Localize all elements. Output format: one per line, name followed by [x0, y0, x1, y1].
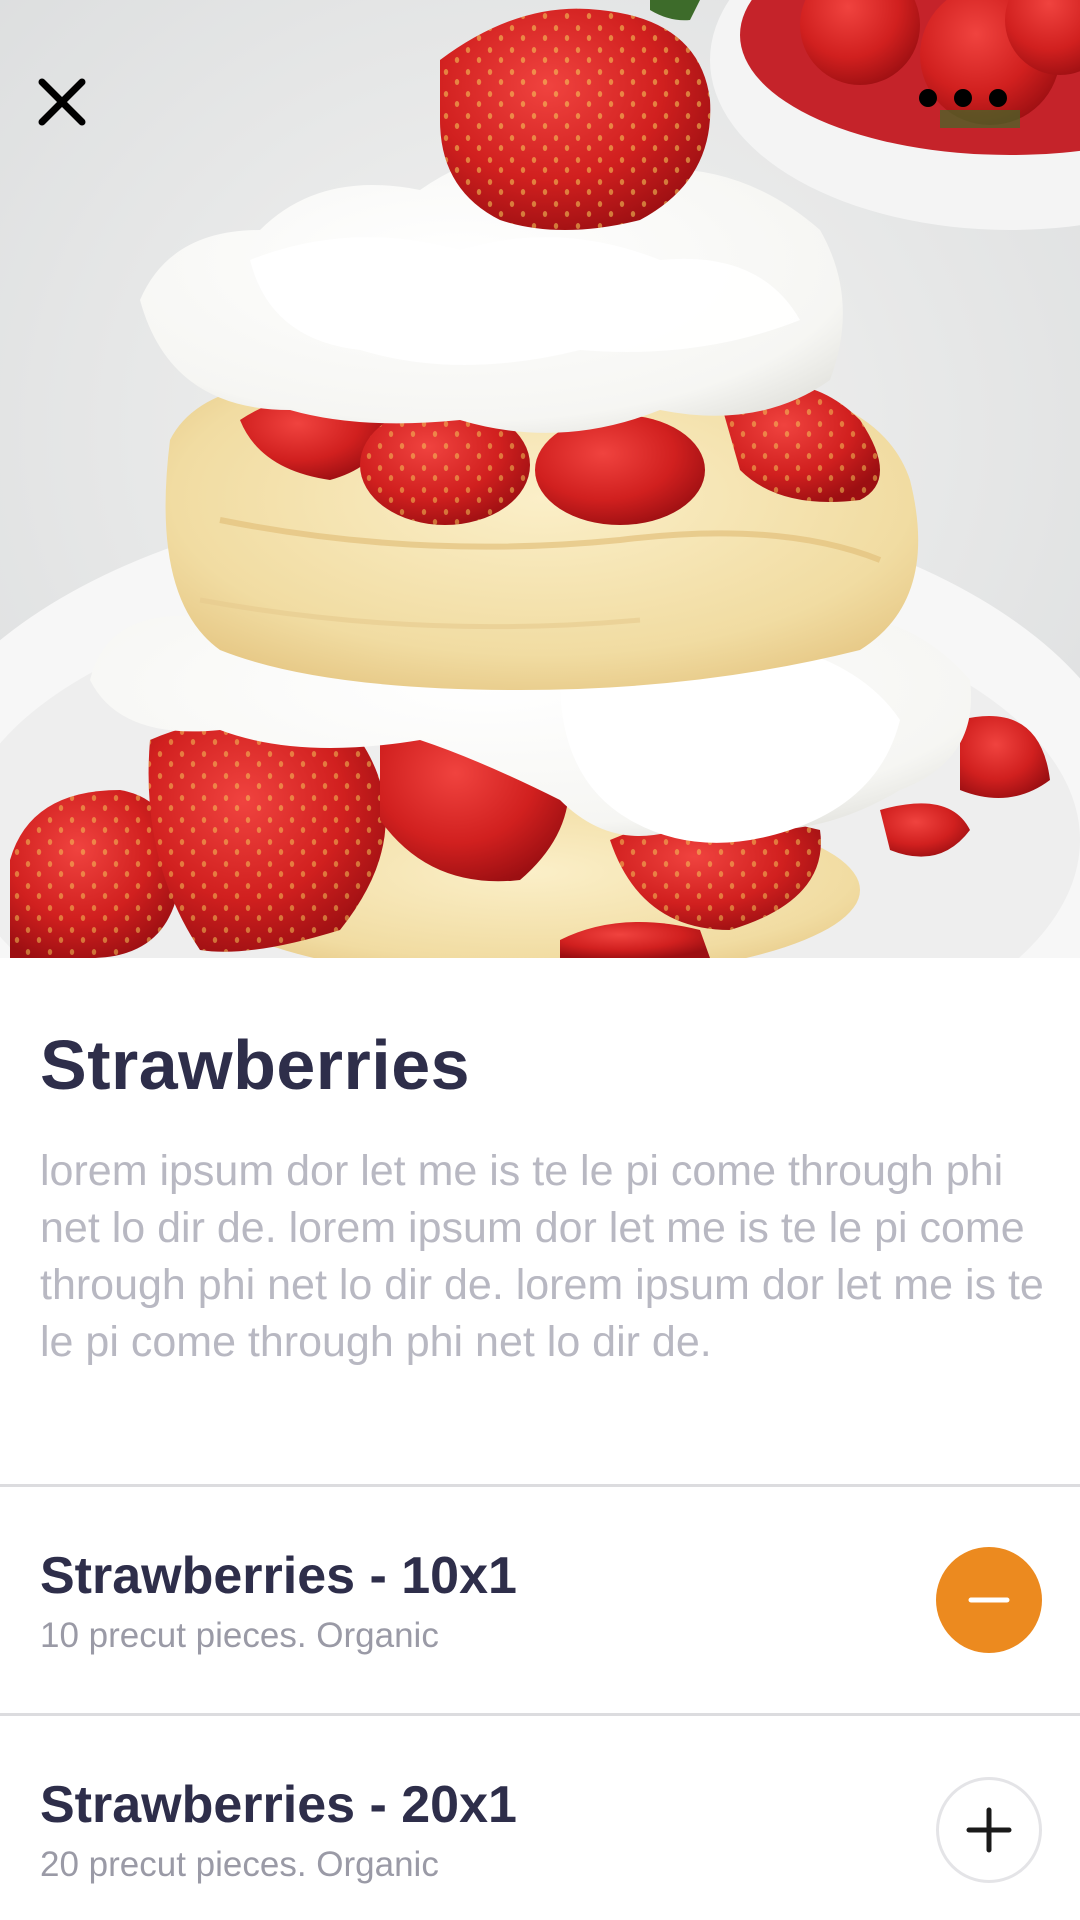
option-subtitle: 20 precut pieces. Organic — [40, 1845, 439, 1884]
option-title: Strawberries - 10x1 — [40, 1547, 517, 1605]
remove-option-button[interactable] — [936, 1547, 1042, 1653]
close-icon — [38, 78, 86, 126]
product-description: lorem ipsum dor let me is te le pi come … — [40, 1147, 1044, 1366]
add-option-button[interactable] — [936, 1777, 1042, 1883]
option-subtitle: 10 precut pieces. Organic — [40, 1616, 439, 1655]
product-title: Strawberries — [40, 1026, 471, 1104]
plus-icon — [966, 1807, 1012, 1853]
divider — [0, 1713, 1080, 1716]
product-hero-image — [0, 0, 1080, 958]
divider — [0, 1484, 1080, 1487]
more-horizontal-icon — [919, 89, 1007, 107]
minus-icon — [968, 1597, 1010, 1603]
more-options-button[interactable] — [918, 86, 1038, 146]
product-detail-screen: Strawberries lorem ipsum dor let me is t… — [0, 0, 1080, 1920]
option-title: Strawberries - 20x1 — [40, 1776, 517, 1834]
close-button[interactable] — [36, 76, 116, 156]
